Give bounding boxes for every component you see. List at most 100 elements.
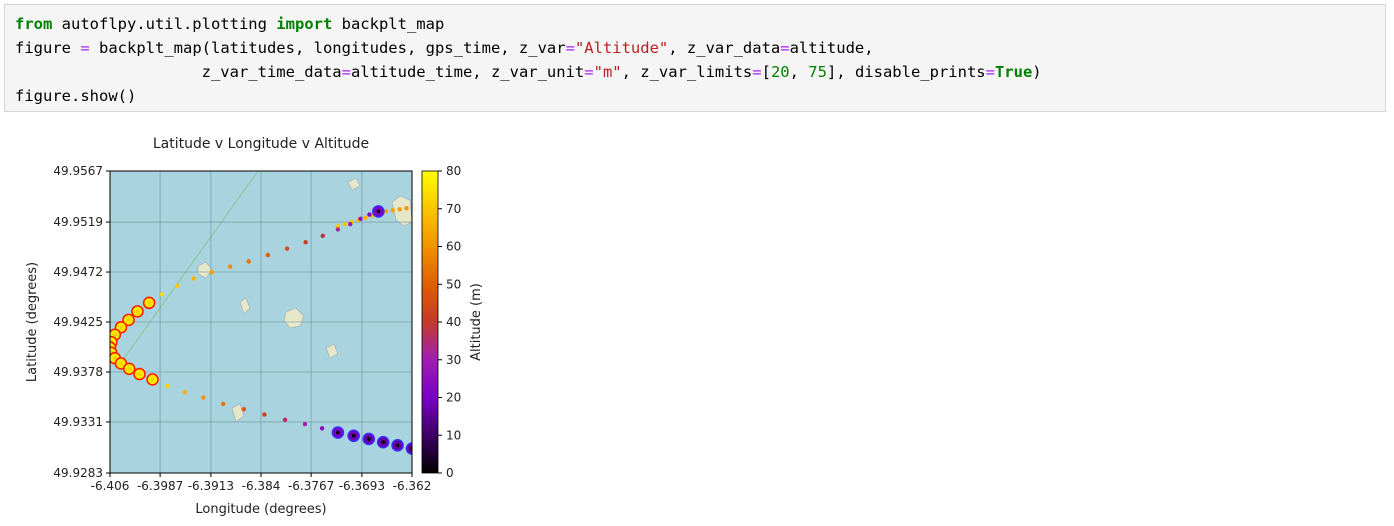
flight-point	[381, 440, 385, 444]
y-tick-label: 49.9519	[53, 215, 103, 229]
flight-point	[363, 215, 368, 220]
y-tick-label: 49.9331	[53, 415, 103, 429]
y-tick-label: 49.9425	[53, 315, 103, 329]
flight-point	[303, 240, 308, 245]
colorbar-tick-label: 60	[446, 240, 461, 254]
cell-output-plot: Latitude v Longitude v Altitude -6.406 -6…	[25, 136, 532, 517]
code-text: backplt_map(latitudes, longitudes, gps_t…	[89, 39, 566, 57]
imported-name: backplt_map	[332, 15, 445, 33]
operator: =	[80, 39, 90, 57]
flight-point	[265, 252, 271, 258]
module-name: autoflpy.util.plotting	[52, 15, 277, 33]
operator: =	[341, 63, 351, 81]
flight-point	[404, 206, 409, 211]
flight-point	[135, 309, 140, 314]
chart-title: Latitude v Longitude v Altitude	[153, 136, 369, 152]
flight-point	[521, 188, 525, 192]
operator: =	[985, 63, 995, 81]
y-tick-label: 49.9472	[53, 265, 103, 279]
colorbar-label: Altitude (m)	[469, 283, 484, 361]
flight-point	[126, 318, 131, 322]
code-text: ,	[789, 63, 809, 81]
x-tick-label: -6.3913	[188, 479, 234, 493]
flight-point	[351, 433, 356, 438]
keyword-from: from	[15, 15, 53, 33]
colorbar-tick-label: 80	[446, 164, 461, 178]
flight-point	[336, 430, 340, 435]
flight-point	[113, 356, 117, 360]
flight-point	[342, 221, 347, 227]
keyword-import: import	[276, 15, 333, 33]
flight-point	[439, 201, 443, 205]
operator: =	[584, 63, 594, 81]
colorbar-ticks: 0 10 20 30 40 50 60 70 80	[438, 164, 461, 480]
operator: =	[752, 63, 762, 81]
code-text: , z_var_limits	[621, 63, 753, 81]
flight-point	[348, 221, 353, 227]
flight-point	[335, 227, 341, 232]
code-text: figure.show()	[15, 87, 137, 105]
colorbar-tick-label: 40	[446, 315, 461, 329]
flight-point	[466, 196, 470, 200]
flight-point	[397, 207, 402, 212]
x-tick-label: -6.3693	[339, 479, 385, 493]
flight-point	[182, 389, 188, 395]
y-axis-label: Latitude (degrees)	[25, 262, 40, 382]
flight-point	[480, 194, 484, 198]
x-tick-label: -6.3987	[137, 479, 183, 493]
x-tick-label: -6.362	[393, 479, 432, 493]
number-literal: 75	[808, 63, 827, 81]
flight-point	[137, 372, 142, 376]
x-tick-label: -6.3767	[288, 479, 334, 493]
flight-point	[209, 269, 214, 275]
x-tick-label: -6.384	[242, 479, 281, 493]
code-cell[interactable]: from autoflpy.util.plotting import backp…	[4, 4, 1386, 112]
flight-point	[221, 401, 226, 407]
code-text: )	[1032, 63, 1042, 81]
flight-point	[119, 361, 123, 366]
code-text: ], disable_prints	[826, 63, 986, 81]
flight-point	[494, 192, 498, 196]
flight-point	[528, 187, 532, 191]
colorbar-tick-label: 30	[446, 353, 461, 367]
code-line-1: from autoflpy.util.plotting import backp…	[15, 15, 444, 33]
flight-point	[514, 189, 518, 193]
flight-point	[376, 209, 381, 214]
colorbar-tick-label: 50	[446, 277, 461, 291]
flight-point	[159, 292, 165, 297]
flight-point	[127, 366, 132, 371]
flight-point	[284, 246, 290, 251]
code-text: altitude_time, z_var_unit	[350, 63, 585, 81]
flight-point	[227, 264, 233, 269]
x-axis-ticks: -6.406 -6.3987 -6.3913 -6.384 -6.3767 -6.3693…	[91, 473, 432, 493]
flight-point	[358, 216, 363, 222]
string-literal: "Altitude"	[574, 39, 669, 57]
code-text: , z_var_data	[668, 39, 781, 57]
flight-point	[500, 191, 504, 195]
code-line-4: figure.show()	[15, 87, 136, 105]
string-literal: "m"	[593, 63, 622, 81]
flight-point	[150, 377, 155, 382]
x-tick-label: -6.406	[91, 479, 130, 493]
flight-point	[147, 301, 151, 305]
flight-point	[175, 283, 180, 289]
flight-point	[473, 195, 477, 199]
code-text: altitude,	[789, 39, 874, 57]
y-tick-label: 49.9378	[53, 365, 103, 379]
y-tick-label: 49.9283	[53, 466, 103, 480]
code-text: figure	[15, 39, 81, 57]
flight-point	[302, 421, 308, 427]
code-line-3: z_var_time_data=altitude_time, z_var_uni…	[15, 63, 1042, 81]
flight-point	[113, 332, 117, 337]
flight-point	[507, 190, 511, 194]
flight-point	[367, 212, 372, 217]
flight-point	[319, 426, 325, 431]
flight-point	[366, 437, 371, 441]
flight-point	[395, 443, 400, 448]
boolean-literal: True	[994, 63, 1033, 81]
flight-point	[191, 276, 196, 281]
colorbar-tick-label: 20	[446, 391, 461, 405]
flight-point	[201, 395, 206, 400]
flight-point	[320, 233, 325, 239]
